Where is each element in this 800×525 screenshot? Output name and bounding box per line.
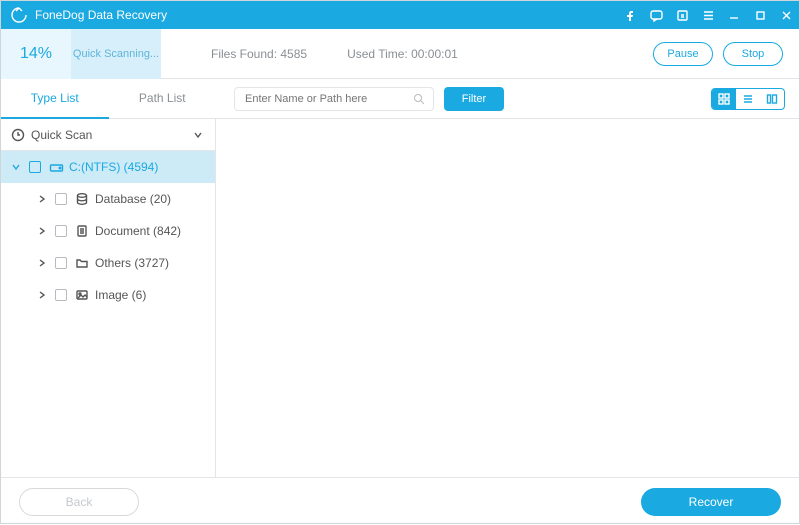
search-input[interactable] (243, 92, 413, 106)
tab-type-list[interactable]: Type List (1, 79, 109, 119)
register-icon[interactable] (669, 1, 695, 29)
titlebar: FoneDog Data Recovery (1, 1, 799, 29)
facebook-icon[interactable] (617, 1, 643, 29)
checkbox[interactable] (55, 225, 67, 237)
chevron-right-icon (35, 194, 49, 204)
document-icon (73, 224, 91, 238)
tree-root-label: Quick Scan (31, 128, 191, 142)
main-area: Quick Scan C:(NTFS) (4594) Database (20)… (1, 119, 799, 477)
checkbox[interactable] (55, 289, 67, 301)
menu-icon[interactable] (695, 1, 721, 29)
sidebar-tabs: Type List Path List (1, 79, 216, 119)
app-logo-icon (7, 1, 31, 29)
tree-item[interactable]: Database (20) (1, 183, 215, 215)
sidebar-tree: Quick Scan C:(NTFS) (4594) Database (20)… (1, 119, 216, 477)
app-title: FoneDog Data Recovery (35, 8, 167, 22)
checkbox[interactable] (29, 161, 41, 173)
view-mode-group (711, 88, 785, 110)
status-bar: 14% Quick Scanning... Files Found: 4585 … (1, 29, 799, 79)
chevron-right-icon (35, 290, 49, 300)
folder-icon (73, 256, 91, 270)
filter-button[interactable]: Filter (444, 87, 504, 111)
scan-status-label: Quick Scanning... (71, 29, 161, 79)
chevron-right-icon (35, 258, 49, 268)
search-icon (413, 93, 425, 105)
tree-item-label: Others (3727) (95, 256, 169, 270)
minimize-icon[interactable] (721, 1, 747, 29)
tree-drive-row[interactable]: C:(NTFS) (4594) (1, 151, 215, 183)
tree-item-label: Document (842) (95, 224, 181, 238)
drive-icon (47, 160, 65, 175)
progress-percent: 14% (1, 29, 71, 79)
clock-icon (9, 128, 27, 142)
close-icon[interactable] (773, 1, 799, 29)
tree-item-label: Database (20) (95, 192, 171, 206)
pause-button[interactable]: Pause (653, 42, 713, 66)
toolbar: Type List Path List Filter (1, 79, 799, 119)
chevron-down-icon (191, 130, 205, 140)
image-icon (73, 288, 91, 302)
maximize-icon[interactable] (747, 1, 773, 29)
files-found-label: Files Found: 4585 (211, 47, 307, 61)
tree-item[interactable]: Others (3727) (1, 247, 215, 279)
used-time-label: Used Time: 00:00:01 (347, 47, 458, 61)
view-grid-button[interactable] (712, 89, 736, 109)
tree-drive-label: C:(NTFS) (4594) (69, 160, 158, 174)
checkbox[interactable] (55, 193, 67, 205)
chevron-right-icon (35, 226, 49, 236)
checkbox[interactable] (55, 257, 67, 269)
chevron-down-icon (9, 162, 23, 172)
tree-item[interactable]: Image (6) (1, 279, 215, 311)
database-icon (73, 192, 91, 206)
tree-item[interactable]: Document (842) (1, 215, 215, 247)
stop-button[interactable]: Stop (723, 42, 783, 66)
footer: Back Recover (1, 477, 799, 525)
tab-path-list[interactable]: Path List (109, 79, 217, 119)
view-detail-button[interactable] (760, 89, 784, 109)
recover-button[interactable]: Recover (641, 488, 781, 516)
tree-item-label: Image (6) (95, 288, 146, 302)
content-area (216, 119, 799, 477)
view-list-button[interactable] (736, 89, 760, 109)
search-box[interactable] (234, 87, 434, 111)
feedback-icon[interactable] (643, 1, 669, 29)
back-button[interactable]: Back (19, 488, 139, 516)
tree-root-quick-scan[interactable]: Quick Scan (1, 119, 215, 151)
